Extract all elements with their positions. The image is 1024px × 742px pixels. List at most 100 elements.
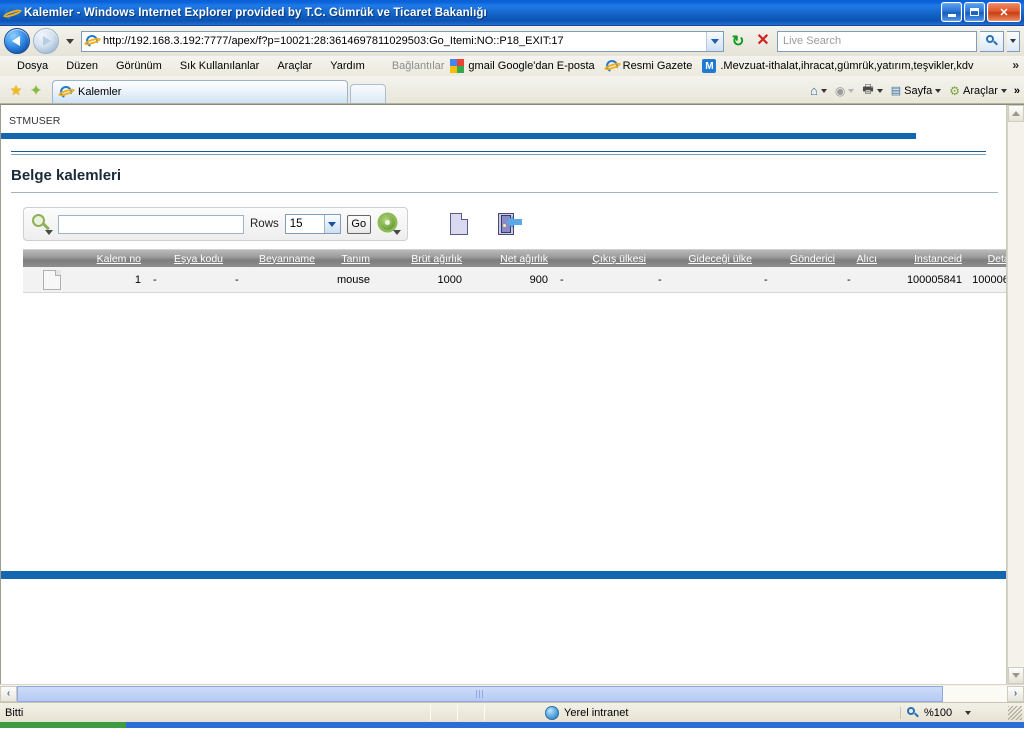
print-button[interactable]: 🖶 (859, 80, 885, 101)
tab-label: Kalemler (78, 86, 122, 98)
document-icon[interactable] (43, 269, 61, 290)
menu-bar: Dosya Düzen Görünüm Sık Kullanılanlar Ar… (0, 56, 1024, 76)
new-tab-button[interactable] (350, 84, 386, 103)
close-button[interactable]: ✕ (987, 2, 1021, 22)
column-header-cikis-ulkesi: Çıkış ülkesi (592, 252, 646, 265)
taskbar-strip (0, 722, 1024, 728)
chevron-down-icon (323, 215, 340, 233)
address-bar: http://192.168.3.192:7777/apex/f?p=10021… (0, 26, 1024, 56)
ie-logo-icon (2, 3, 23, 22)
add-favorite-icon[interactable]: ✦ (26, 77, 46, 103)
scroll-left-button[interactable]: ‹ (0, 685, 17, 702)
zoom-level-label: %100 (924, 706, 953, 719)
url-dropdown-button[interactable] (706, 31, 723, 51)
zoom-control[interactable]: %100 (900, 706, 1008, 719)
horizontal-scroll-trough[interactable] (17, 685, 1007, 702)
search-provider-caret-icon[interactable] (1007, 30, 1020, 52)
rows-select[interactable]: 15 (284, 214, 341, 234)
cell-brut-agirlik: 1000 (437, 273, 462, 286)
zoom-caret-icon[interactable] (965, 710, 972, 715)
minimize-button[interactable] (941, 2, 962, 22)
app-username: STMUSER (9, 115, 61, 127)
menu-item-sik-kullanilanlar[interactable]: Sık Kullanılanlar (171, 60, 269, 72)
link-mevzuat[interactable]: M .Mevzuat-ithalat,ihracat,gümrük,yatırı… (702, 59, 973, 73)
resize-grip-icon[interactable] (1008, 705, 1022, 720)
report-actions-gear-icon[interactable] (377, 213, 401, 235)
report-table: Kalem no Eşya kodu Beyanname Tanım Brüt … (23, 249, 1006, 293)
column-header-beyanname: Beyanname (258, 252, 315, 265)
security-zone[interactable]: Yerel intranet (485, 705, 900, 720)
rss-icon: ◉ (834, 83, 846, 98)
link-mevzuat-label: .Mevzuat-ithalat,ihracat,gümrük,yatırım,… (720, 60, 974, 72)
tab-kalemler[interactable]: Kalemler (52, 80, 348, 103)
google-icon (450, 59, 465, 73)
browser-viewport: STMUSER Belge kalemleri Rows 15 Go Kalem… (0, 104, 1024, 684)
report-search-group: Rows 15 Go (23, 207, 408, 241)
command-overflow-icon[interactable]: » (1012, 85, 1020, 97)
menu-overflow-icon[interactable]: » (1012, 58, 1019, 72)
column-header-tanim: Tanım (341, 252, 370, 265)
forward-button[interactable] (33, 28, 59, 54)
column-header-kalem-no: Kalem no (96, 252, 141, 265)
menu-item-gorunum[interactable]: Görünüm (107, 60, 171, 72)
exit-door-icon[interactable] (497, 212, 522, 236)
feeds-button[interactable]: ◉ (832, 84, 857, 98)
horizontal-scroll-thumb[interactable] (17, 685, 943, 702)
cell-tanim: mouse (336, 273, 370, 286)
stop-icon[interactable]: ✕ (752, 30, 774, 52)
vertical-scrollbar[interactable] (1007, 105, 1024, 684)
new-document-icon[interactable] (449, 213, 468, 235)
recent-pages-caret-icon[interactable] (66, 38, 74, 44)
home-icon: ⌂ (810, 83, 818, 98)
url-input[interactable]: http://192.168.3.192:7777/apex/f?p=10021… (81, 30, 724, 52)
home-button[interactable]: ⌂ (807, 83, 830, 98)
menu-item-yardim[interactable]: Yardım (321, 60, 374, 72)
column-header-gonderici: Gönderici (790, 252, 835, 265)
tab-bar: ★ ✦ Kalemler ⌂ ◉ 🖶 ▤ Sayfa ⚙ Araçlar » (0, 76, 1024, 104)
page-menu-label: Sayfa (904, 84, 933, 97)
cell-detay: 1000068 (972, 273, 1006, 286)
page-menu-button[interactable]: ▤ Sayfa (888, 84, 945, 97)
globe-icon (545, 705, 559, 720)
gear-icon: ⚙ (949, 83, 961, 98)
report-action-icons (449, 212, 522, 236)
table-row[interactable]: 1 - - mouse 1000 900 - - - - 100005841 1… (23, 267, 1006, 293)
page-icon: ▤ (890, 85, 902, 97)
command-bar: ⌂ ◉ 🖶 ▤ Sayfa ⚙ Araçlar » (807, 80, 1020, 101)
cell-beyanname: - (235, 273, 239, 286)
cell-instanceid: 100005841 (906, 273, 962, 286)
scroll-right-button[interactable]: › (1007, 685, 1024, 702)
horizontal-scrollbar[interactable]: ‹ › (0, 684, 1024, 702)
link-resmi-gazete[interactable]: Resmi Gazete (603, 58, 693, 74)
scroll-down-button[interactable] (1008, 667, 1024, 684)
report-search-input[interactable] (58, 214, 244, 234)
row-edit-cell[interactable] (23, 269, 71, 290)
column-header-instanceid: Instanceid (914, 252, 962, 265)
window-controls: ✕ (941, 2, 1021, 22)
back-button[interactable] (4, 28, 30, 54)
search-magnifier-icon[interactable] (30, 213, 53, 235)
maximize-button[interactable] (964, 2, 985, 22)
refresh-icon[interactable]: ↻ (727, 30, 749, 52)
column-header-alici: Alıcı (856, 252, 877, 265)
menu-item-araclar[interactable]: Araçlar (268, 60, 321, 72)
favorites-star-icon[interactable]: ★ (6, 77, 26, 103)
tools-menu-label: Araçlar (963, 84, 998, 97)
link-resmi-gazete-label: Resmi Gazete (622, 60, 693, 72)
menu-item-dosya[interactable]: Dosya (8, 60, 57, 72)
go-button[interactable]: Go (346, 214, 371, 234)
search-input[interactable]: Live Search (777, 30, 977, 52)
cell-esya-kodu: - (153, 273, 157, 286)
security-zone-label: Yerel intranet (564, 706, 629, 719)
scroll-up-button[interactable] (1008, 105, 1024, 122)
cell-gidecegi-ulke: - (658, 273, 662, 286)
status-bar: Bitti Yerel intranet %100 (0, 702, 1024, 722)
link-gmail[interactable]: gmail Google'dan E-posta (450, 59, 595, 73)
rows-label: Rows (250, 218, 279, 230)
menu-item-duzen[interactable]: Düzen (57, 60, 107, 72)
column-header-detay: Detay (987, 252, 1006, 265)
report-header-row: Kalem no Eşya kodu Beyanname Tanım Brüt … (23, 249, 1006, 267)
tools-menu-button[interactable]: ⚙ Araçlar (946, 84, 1010, 98)
search-go-icon[interactable] (980, 30, 1004, 52)
rows-select-value: 15 (289, 218, 303, 230)
